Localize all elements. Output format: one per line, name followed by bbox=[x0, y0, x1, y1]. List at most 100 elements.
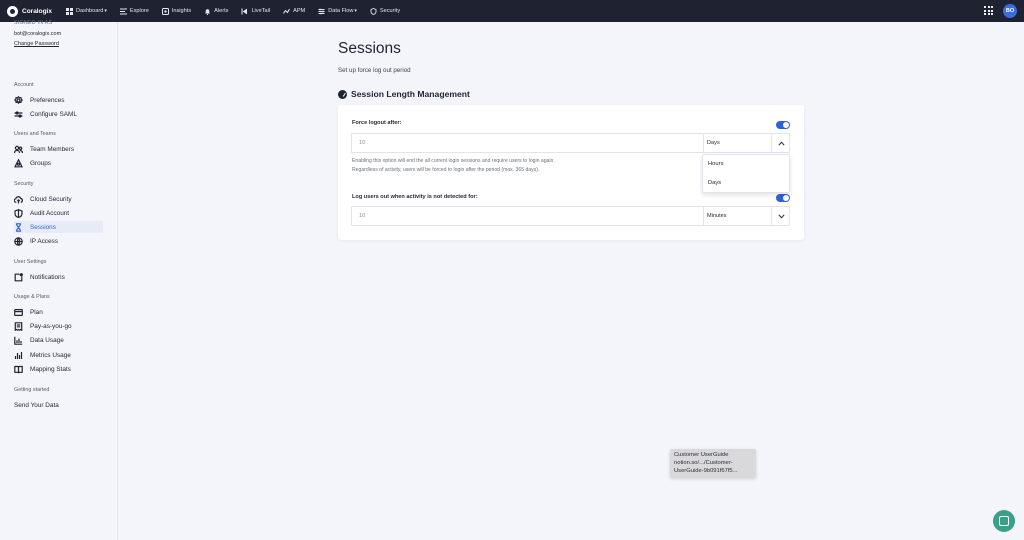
section-users-and-teams: Users and Teams bbox=[14, 131, 56, 137]
change-password-link[interactable]: Change Password bbox=[14, 41, 59, 47]
explore-icon bbox=[119, 8, 127, 15]
nav-dashboard-label: Dashboard bbox=[75, 8, 104, 14]
sidebar-item-label: Configure SAML bbox=[30, 110, 77, 118]
sidebar-item-label: Team Members bbox=[30, 145, 75, 153]
gear-icon bbox=[14, 95, 23, 105]
nav-explore-label: Explore bbox=[129, 8, 149, 14]
nav-alerts[interactable]: Alerts bbox=[204, 0, 228, 22]
section-title: Session Length Management bbox=[338, 89, 470, 99]
sidebar-item-label: Cloud Security bbox=[30, 195, 72, 203]
dropdown-option-days[interactable]: Days bbox=[708, 180, 721, 186]
coralogix-logo[interactable]: Coralogix bbox=[7, 5, 52, 17]
sidebar-item-sessions[interactable]: Sessions bbox=[14, 221, 103, 233]
card-icon bbox=[14, 308, 23, 317]
sidebar-item-label: Preferences bbox=[30, 96, 65, 104]
globe-icon bbox=[14, 236, 23, 246]
force-logout-help: Enabling this option will end the all cu… bbox=[352, 157, 555, 174]
nav-insights[interactable]: Insights bbox=[161, 0, 191, 22]
livetail-icon bbox=[241, 8, 248, 15]
cloud-upload-icon bbox=[14, 195, 23, 204]
section-getting-started: Getting started bbox=[14, 387, 50, 393]
force-logout-toggle[interactable] bbox=[776, 121, 790, 129]
dropdown-option-hours[interactable]: Hours bbox=[708, 161, 723, 167]
nav-alerts-label: Alerts bbox=[214, 8, 229, 14]
section-user-settings: User Settings bbox=[14, 259, 47, 265]
sidebar-item-label: Send Your Data bbox=[14, 401, 59, 409]
groups-icon bbox=[14, 158, 23, 168]
force-logout-field: 10 Days bbox=[351, 133, 790, 153]
force-logout-unit-select[interactable]: Days bbox=[703, 134, 771, 152]
users-icon bbox=[14, 145, 23, 154]
sidebar-item-pay-as-you-go[interactable]: Pay-as-you-go bbox=[14, 320, 103, 332]
force-logout-value-input[interactable]: 10 bbox=[359, 140, 365, 146]
nav-data-flow-label: Data Flow bbox=[328, 8, 354, 14]
sliders-icon bbox=[14, 110, 23, 119]
brand-name: Coralogix bbox=[22, 7, 52, 15]
signed-in-label: SIGNED IN AS bbox=[14, 20, 53, 26]
chevron-down-icon bbox=[777, 213, 785, 219]
gauge-icon bbox=[338, 89, 347, 99]
sidebar-item-label: Audit Account bbox=[30, 209, 70, 217]
sidebar-item-configure-saml[interactable]: Configure SAML bbox=[14, 108, 103, 120]
force-logout-unit-toggle[interactable] bbox=[771, 134, 790, 152]
shield-icon bbox=[370, 7, 377, 15]
section-account: Account bbox=[14, 82, 34, 88]
sidebar-item-ip-access[interactable]: IP Access bbox=[14, 235, 103, 247]
avatar[interactable]: BO bbox=[1003, 4, 1017, 18]
sidebar-item-label: Mapping Stats bbox=[30, 365, 71, 373]
nav-livetail-label: LiveTail bbox=[251, 8, 271, 14]
sidebar-item-mapping-stats[interactable]: Mapping Stats bbox=[14, 363, 103, 375]
inactivity-toggle[interactable] bbox=[776, 194, 790, 202]
page-subtitle: Set up force log out period bbox=[338, 67, 411, 74]
tooltip-line-3: UserGuide-9b091f67f5... bbox=[674, 468, 738, 474]
chat-support-button[interactable] bbox=[993, 510, 1015, 532]
chevron-up-icon bbox=[777, 140, 785, 146]
dataflow-icon bbox=[318, 8, 325, 15]
nav-dashboard[interactable]: Dashboard ▾ bbox=[65, 0, 107, 22]
nav-security[interactable]: Security bbox=[370, 0, 400, 22]
coralogix-logo-icon bbox=[7, 5, 18, 17]
hourglass-icon bbox=[14, 222, 23, 232]
tooltip-line-1: Customer UserGuide bbox=[674, 452, 729, 458]
sidebar-item-label: Pay-as-you-go bbox=[30, 322, 72, 330]
force-logout-unit-value: Days bbox=[707, 140, 720, 146]
chevron-down-icon: ▾ bbox=[104, 8, 107, 14]
sidebar-item-audit-account[interactable]: Audit Account bbox=[14, 207, 103, 219]
sidebar-item-cloud-security[interactable]: Cloud Security bbox=[14, 193, 103, 205]
nav-apm[interactable]: APM bbox=[283, 0, 305, 22]
nav-data-flow[interactable]: Data Flow ▾ bbox=[318, 0, 357, 22]
insights-icon bbox=[161, 7, 169, 15]
sidebar-item-label: Data Usage bbox=[30, 336, 64, 344]
sidebar-item-team-members[interactable]: Team Members bbox=[14, 143, 103, 155]
receipt-icon bbox=[14, 321, 23, 331]
nav-livetail[interactable]: LiveTail bbox=[241, 0, 270, 22]
metrics-icon bbox=[14, 351, 23, 360]
sidebar-item-notifications[interactable]: Notifications bbox=[14, 271, 103, 283]
section-title-label: Session Length Management bbox=[351, 89, 470, 99]
chevron-down-icon: ▾ bbox=[354, 8, 357, 14]
sidebar-item-data-usage[interactable]: Data Usage bbox=[14, 334, 103, 346]
section-security: Security bbox=[14, 181, 34, 187]
shield-icon bbox=[14, 208, 23, 218]
nav-security-label: Security bbox=[379, 8, 401, 14]
sidebar-item-preferences[interactable]: Preferences bbox=[14, 94, 103, 106]
sidebar-item-groups[interactable]: Groups bbox=[14, 157, 103, 169]
inactivity-value-input[interactable]: 10 bbox=[359, 213, 365, 219]
sidebar-item-label: Metrics Usage bbox=[30, 351, 71, 359]
inactivity-label: Log users out when activity is not detec… bbox=[352, 194, 478, 200]
inactivity-unit-select[interactable]: Minutes bbox=[703, 207, 771, 225]
apps-grid-icon[interactable] bbox=[984, 6, 993, 15]
unit-dropdown-menu: Hours Days bbox=[702, 154, 790, 193]
sidebar-item-label: Groups bbox=[30, 159, 51, 167]
sidebar-item-metrics-usage[interactable]: Metrics Usage bbox=[14, 349, 103, 361]
dashboard-icon bbox=[65, 7, 73, 15]
nav-explore[interactable]: Explore bbox=[119, 0, 149, 22]
book-icon bbox=[14, 365, 23, 374]
sidebar-item-label: Notifications bbox=[30, 273, 65, 281]
inactivity-unit-value: Minutes bbox=[707, 213, 727, 219]
sidebar-item-plan[interactable]: Plan bbox=[14, 306, 103, 318]
sidebar-item-send-your-data[interactable]: Send Your Data bbox=[14, 399, 103, 411]
help-line-1: Enabling this option will end the all cu… bbox=[352, 158, 555, 164]
inactivity-unit-toggle[interactable] bbox=[771, 207, 790, 225]
sidebar-item-label: IP Access bbox=[30, 237, 58, 245]
